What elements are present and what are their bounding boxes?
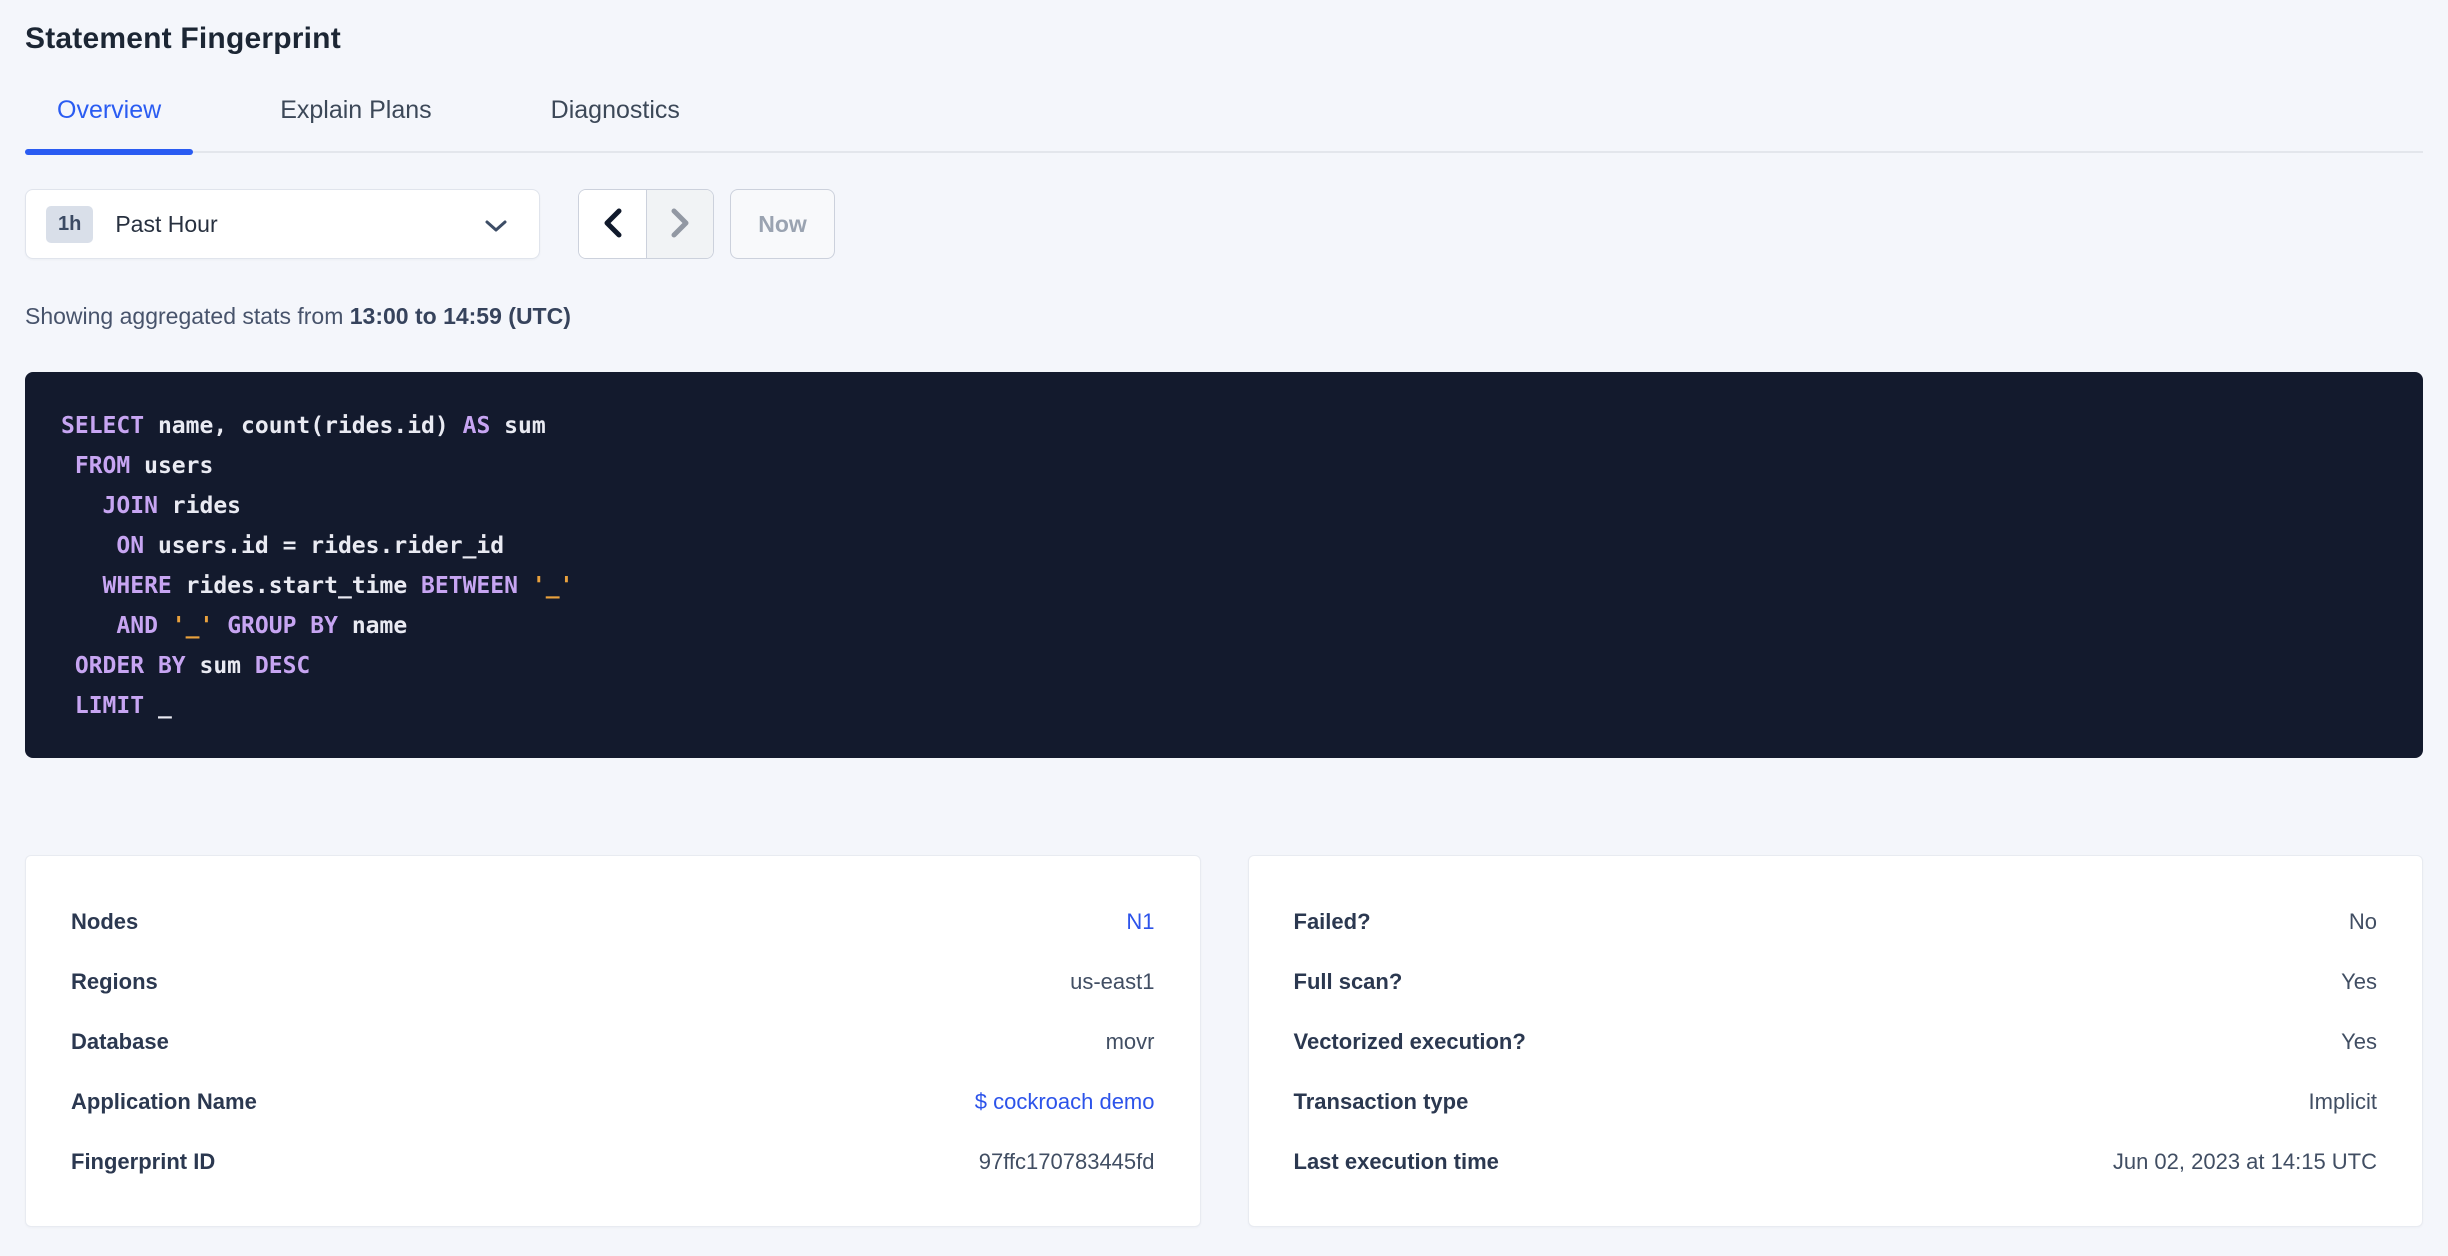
time-range-badge: 1h: [46, 205, 94, 243]
regions-value: us-east1: [1070, 969, 1155, 994]
time-step-control: [578, 189, 714, 259]
chevron-down-icon: [483, 217, 509, 240]
table-row: Database movr: [71, 1012, 1155, 1072]
page-title: Statement Fingerprint: [25, 22, 341, 55]
tab-bar: Overview Explain Plans Diagnostics: [25, 86, 2423, 155]
fingerprint-id-value: 97ffc170783445fd: [978, 1149, 1155, 1174]
database-value: movr: [1105, 1029, 1155, 1054]
application-name-link[interactable]: $ cockroach demo: [975, 1089, 1155, 1115]
application-name-label: Application Name: [71, 1089, 257, 1114]
tab-diagnostics[interactable]: Diagnostics: [519, 86, 712, 151]
statement-fingerprint-page: Statement Fingerprint Overview Explain P…: [0, 0, 2448, 1227]
regions-label: Regions: [71, 969, 158, 994]
prev-interval-button[interactable]: [579, 190, 646, 258]
table-row: Fingerprint ID 97ffc170783445fd: [71, 1132, 1155, 1192]
stats-summary: Showing aggregated stats from 13:00 to 1…: [25, 303, 2423, 330]
tab-explain-plans[interactable]: Explain Plans: [248, 86, 463, 151]
time-range-selected-label: Past Hour: [115, 210, 218, 237]
transaction-type-label: Transaction type: [1293, 1089, 1469, 1114]
full-scan-label: Full scan?: [1293, 969, 1403, 994]
vectorized-execution-label: Vectorized execution?: [1293, 1029, 1526, 1054]
chevron-right-icon: [667, 207, 693, 242]
nodes-label: Nodes: [71, 909, 139, 934]
failed-label: Failed?: [1293, 909, 1371, 934]
nodes-link[interactable]: N1: [1126, 909, 1154, 935]
tab-overview-label: Overview: [57, 96, 162, 124]
time-controls-row: 1h Past Hour Now: [25, 189, 2423, 259]
stats-summary-prefix: Showing aggregated stats from: [25, 303, 350, 329]
last-execution-time-value: Jun 02, 2023 at 14:15 UTC: [2112, 1149, 2377, 1174]
table-row: Vectorized execution? Yes: [1294, 1012, 2378, 1072]
tab-overview[interactable]: Overview: [25, 86, 194, 155]
last-execution-time-label: Last execution time: [1293, 1149, 1499, 1174]
fingerprint-id-label: Fingerprint ID: [71, 1149, 216, 1174]
sql-statement-box: SELECT name, count(rides.id) AS sum FROM…: [25, 372, 2423, 758]
failed-value: No: [2348, 909, 2377, 934]
table-row: Last execution time Jun 02, 2023 at 14:1…: [1294, 1132, 2378, 1192]
table-row: Transaction type Implicit: [1294, 1072, 2378, 1132]
table-row: Full scan? Yes: [1294, 952, 2378, 1012]
stats-summary-range: 13:00 to 14:59 (UTC): [349, 303, 571, 329]
transaction-type-value: Implicit: [2308, 1089, 2377, 1114]
database-label: Database: [71, 1029, 169, 1054]
table-row: Failed? No: [1294, 892, 2378, 952]
table-row: Application Name $ cockroach demo: [71, 1072, 1155, 1132]
vectorized-execution-value: Yes: [2341, 1029, 2377, 1054]
chevron-left-icon: [600, 207, 626, 242]
next-interval-button[interactable]: [646, 190, 713, 258]
tab-diagnostics-label: Diagnostics: [550, 96, 680, 124]
detail-cards-row: Nodes N1 Regions us-east1 Database movr …: [25, 855, 2423, 1227]
table-row: Nodes N1: [71, 892, 1155, 952]
now-button[interactable]: Now: [730, 189, 835, 259]
statement-details-card: Nodes N1 Regions us-east1 Database movr …: [25, 855, 1201, 1227]
table-row: Regions us-east1: [71, 952, 1155, 1012]
sql-code: SELECT name, count(rides.id) AS sum FROM…: [61, 413, 574, 719]
tab-explain-plans-label: Explain Plans: [280, 96, 432, 124]
execution-attributes-card: Failed? No Full scan? Yes Vectorized exe…: [1247, 855, 2423, 1227]
full-scan-value: Yes: [2341, 969, 2377, 994]
time-range-dropdown[interactable]: 1h Past Hour: [25, 189, 540, 259]
